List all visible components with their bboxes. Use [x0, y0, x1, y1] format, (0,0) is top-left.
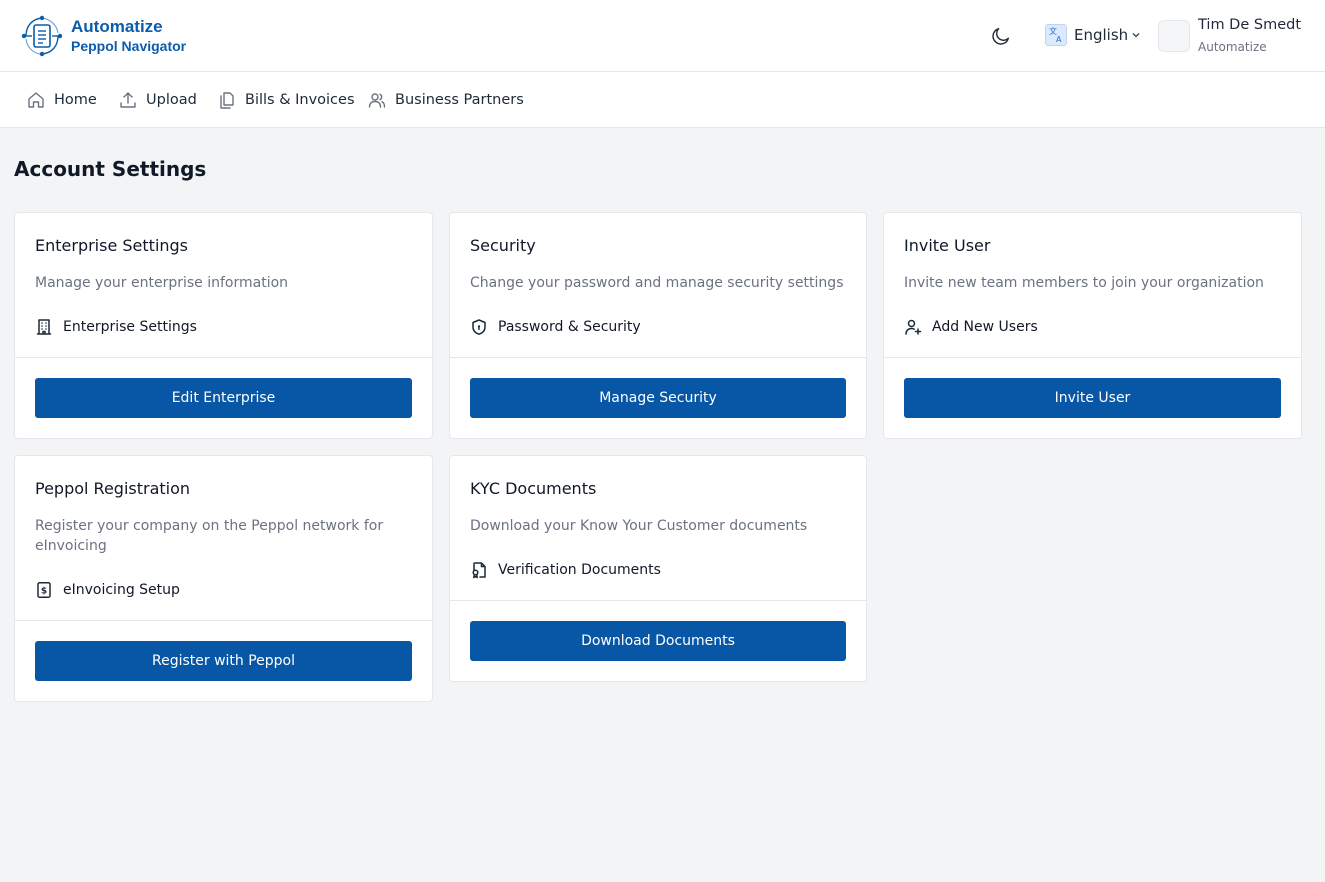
- chevron-down-icon: [1132, 33, 1140, 38]
- nav-item-upload[interactable]: Upload: [118, 90, 197, 110]
- card-peppol-registration: Peppol Registration Register your compan…: [14, 455, 433, 702]
- user-info: Tim De Smedt Automatize: [1198, 15, 1301, 59]
- user-menu[interactable]: Tim De Smedt Automatize: [1158, 15, 1301, 59]
- documents-icon: [220, 92, 234, 109]
- card-feature: Verification Documents: [470, 561, 661, 579]
- card-feature: Password & Security: [470, 318, 641, 336]
- moon-icon[interactable]: [990, 25, 1012, 47]
- language-label: English: [1074, 26, 1129, 44]
- main-nav: Home Upload Bills & Invoices Business Pa…: [0, 72, 1325, 128]
- card-divider: [884, 357, 1301, 358]
- svg-text:$: $: [41, 587, 47, 597]
- translate-icon: 文 A: [1045, 24, 1067, 46]
- nav-item-home[interactable]: Home: [26, 90, 97, 110]
- card-divider: [450, 357, 866, 358]
- card-divider: [15, 357, 432, 358]
- nav-label-business-partners: Business Partners: [395, 92, 524, 108]
- brand-subtitle: Peppol Navigator: [71, 38, 187, 54]
- card-security: Security Change your password and manage…: [449, 212, 867, 439]
- card-feature: Add New Users: [904, 318, 1038, 336]
- brand-text: Automatize Peppol Navigator: [71, 17, 186, 55]
- card-description: Invite new team members to join your org…: [904, 275, 1264, 291]
- nav-item-bills-invoices[interactable]: Bills & Invoices: [217, 90, 355, 110]
- card-enterprise-settings: Enterprise Settings Manage your enterpri…: [14, 212, 433, 439]
- card-invite-user: Invite User Invite new team members to j…: [883, 212, 1302, 439]
- nav-label-home: Home: [54, 92, 97, 108]
- invite-user-button[interactable]: Invite User: [904, 378, 1281, 418]
- user-plus-icon: [905, 319, 922, 335]
- svg-text:A: A: [1056, 35, 1062, 44]
- card-title: Enterprise Settings: [35, 236, 189, 255]
- file-badge-icon: [472, 562, 486, 579]
- card-title: Invite User: [904, 236, 991, 255]
- brand-name: Automatize: [71, 17, 163, 36]
- brand[interactable]: Automatize Peppol Navigator: [20, 14, 186, 58]
- receipt-icon: $: [37, 582, 51, 598]
- card-divider: [15, 620, 432, 621]
- page-title: Account Settings: [14, 157, 207, 181]
- shield-icon: [472, 319, 486, 335]
- users-icon: [368, 93, 386, 108]
- user-name: Tim De Smedt: [1198, 17, 1302, 33]
- card-title: Security: [470, 236, 536, 255]
- card-feature: Enterprise Settings: [35, 318, 197, 336]
- register-with-peppol-button[interactable]: Register with Peppol: [35, 641, 412, 681]
- automatize-logo-icon: [21, 15, 63, 57]
- edit-enterprise-button[interactable]: Edit Enterprise: [35, 378, 412, 418]
- nav-label-upload: Upload: [146, 92, 197, 108]
- feature-label: Password & Security: [498, 319, 641, 335]
- user-organization: Automatize: [1198, 40, 1267, 54]
- manage-security-button[interactable]: Manage Security: [470, 378, 846, 418]
- upload-icon: [120, 92, 136, 108]
- card-title: KYC Documents: [470, 479, 597, 498]
- card-description: Manage your enterprise information: [35, 275, 289, 291]
- card-kyc-documents: KYC Documents Download your Know Your Cu…: [449, 455, 867, 682]
- nav-label-bills-invoices: Bills & Invoices: [245, 92, 355, 108]
- card-description: Register your company on the Peppol netw…: [35, 518, 384, 554]
- feature-label: Enterprise Settings: [63, 319, 197, 335]
- card-feature: $ eInvoicing Setup: [35, 581, 180, 599]
- feature-label: Add New Users: [932, 319, 1038, 335]
- download-documents-button[interactable]: Download Documents: [470, 621, 846, 661]
- top-bar: Automatize Peppol Navigator 文 A English …: [0, 0, 1325, 72]
- nav-item-business-partners[interactable]: Business Partners: [367, 90, 524, 110]
- building-icon: [36, 319, 52, 335]
- card-divider: [450, 600, 866, 601]
- feature-label: eInvoicing Setup: [63, 582, 180, 598]
- card-description: Download your Know Your Customer documen…: [470, 518, 808, 534]
- card-description: Change your password and manage security…: [470, 275, 844, 291]
- feature-label: Verification Documents: [498, 562, 661, 578]
- card-title: Peppol Registration: [35, 479, 191, 498]
- language-selector[interactable]: 文 A English: [1045, 24, 1141, 46]
- avatar: [1158, 20, 1190, 52]
- home-icon: [28, 92, 44, 108]
